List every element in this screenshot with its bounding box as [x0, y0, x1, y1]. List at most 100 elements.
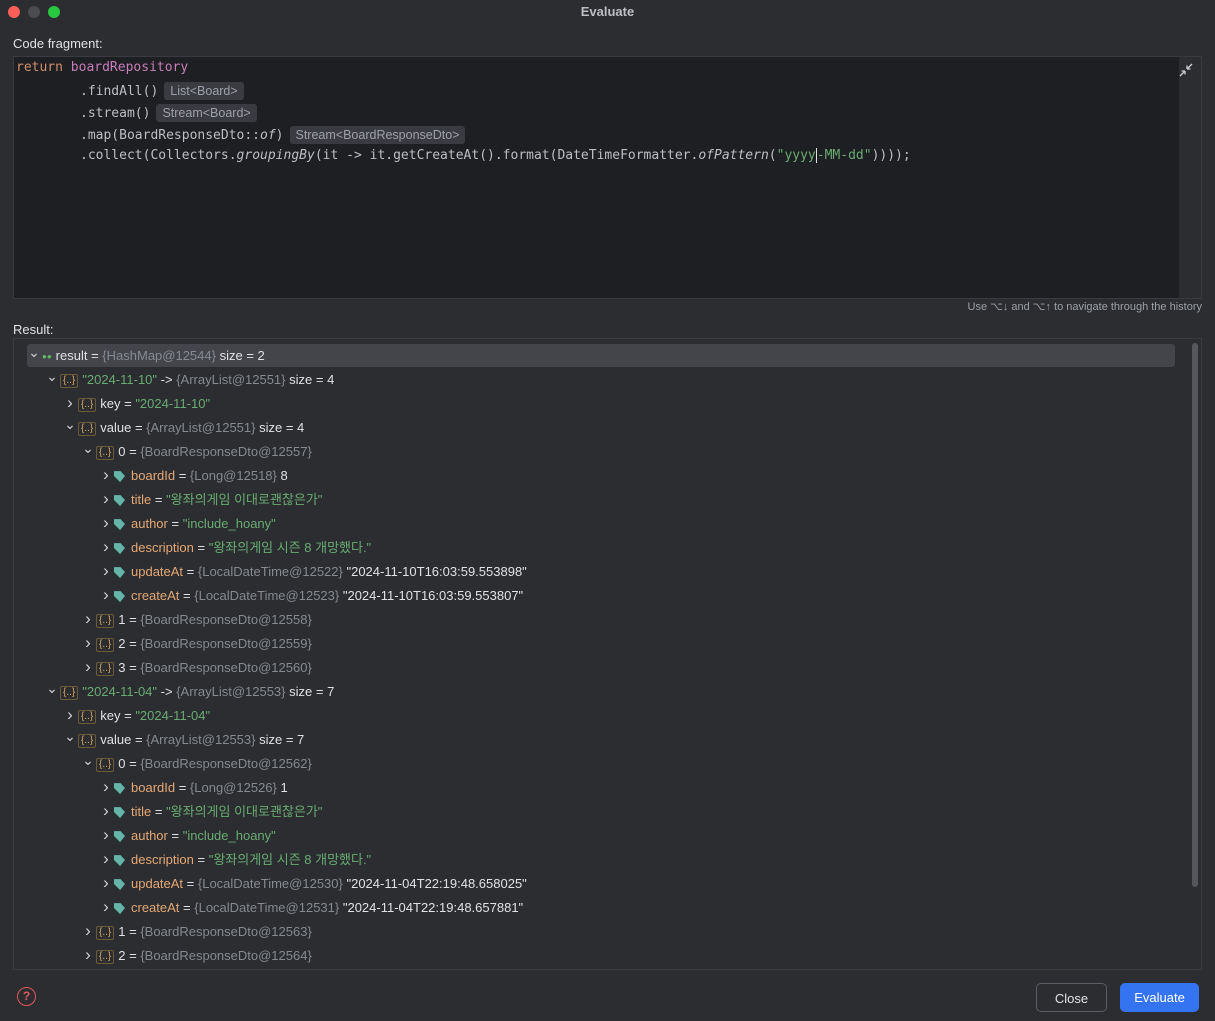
variable-name: title: [131, 492, 152, 507]
chevron-down-icon[interactable]: ⌄: [44, 365, 60, 387]
type-hint: Stream<BoardResponseDto>: [289, 126, 466, 144]
chevron-right-icon[interactable]: ›: [80, 920, 96, 942]
tree-row[interactable]: › {..} 2 = {BoardResponseDto@12564}: [80, 944, 312, 966]
chevron-right-icon[interactable]: ›: [80, 632, 96, 654]
chevron-right-icon[interactable]: ›: [98, 512, 114, 534]
tree-row[interactable]: › updateAt = {LocalDateTime@12530} "2024-…: [98, 872, 527, 894]
chevron-right-icon[interactable]: ›: [98, 896, 114, 918]
result-tree[interactable]: ⌄ ●● result = {HashMap@12544} size = 2 ⌄ {..…: [13, 338, 1202, 970]
tree-row[interactable]: › {..} 3 = {BoardResponseDto@12560}: [80, 656, 312, 678]
tree-row[interactable]: › {..} key = "2024-11-04": [62, 704, 210, 726]
help-icon[interactable]: ?: [17, 987, 36, 1006]
chevron-right-icon[interactable]: ›: [98, 848, 114, 870]
tree-row[interactable]: ⌄ {..} 0 = {BoardResponseDto@12557}: [80, 440, 312, 462]
object-icon: {..}: [96, 949, 115, 964]
tree-row[interactable]: ⌄ {..} "2024-11-04" -> {ArrayList@12553} s…: [44, 680, 334, 702]
tree-row[interactable]: › {..} 2 = {BoardResponseDto@12559}: [80, 632, 312, 654]
editor-scrollbar[interactable]: [1179, 57, 1201, 298]
object-reference: {Long@12526}: [189, 780, 277, 795]
tree-row[interactable]: › {..} 1 = {BoardResponseDto@12563}: [80, 920, 312, 942]
object-icon: {..}: [60, 685, 79, 700]
collapse-icon[interactable]: [1179, 63, 1193, 77]
object-reference: {BoardResponseDto@12559}: [140, 636, 312, 651]
chevron-right-icon[interactable]: ›: [98, 560, 114, 582]
object-reference: {LocalDateTime@12531}: [194, 900, 340, 915]
object-icon: {..}: [96, 661, 115, 676]
object-icon: {..}: [78, 709, 97, 724]
variable-name: updateAt: [131, 564, 184, 579]
type-hint: List<Board>: [164, 82, 244, 100]
tree-row[interactable]: › author = "include_hoany": [98, 512, 276, 534]
result-scrollbar[interactable]: [1192, 343, 1198, 887]
tree-row[interactable]: ⌄ {..} "2024-11-10" -> {ArrayList@12551} s…: [44, 368, 334, 390]
tree-row[interactable]: › description = "왕좌의게임 시즌 8 개망했다.": [98, 536, 371, 558]
chevron-right-icon[interactable]: ›: [98, 536, 114, 558]
variable-name: updateAt: [131, 876, 184, 891]
code-editor[interactable]: return boardRepository .findAll() List<Bo…: [13, 56, 1202, 299]
object-icon: {..}: [78, 733, 97, 748]
chevron-right-icon[interactable]: ›: [98, 872, 114, 894]
tree-row[interactable]: ⌄ ●● result = {HashMap@12544} size = 2: [26, 344, 265, 366]
object-icon: {..}: [96, 757, 115, 772]
tree-row[interactable]: › description = "왕좌의게임 시즌 8 개망했다.": [98, 848, 371, 870]
tree-row[interactable]: › title = "왕좌의게임 이대로괜찮은가": [98, 488, 322, 510]
chevron-down-icon[interactable]: ⌄: [62, 725, 78, 747]
tree-row[interactable]: › createAt = {LocalDateTime@12523} "2024-…: [98, 584, 523, 606]
chevron-right-icon[interactable]: ›: [98, 800, 114, 822]
chevron-right-icon[interactable]: ›: [62, 392, 78, 414]
code-line-5: .collect(Collectors.groupingBy(it -> it.…: [80, 148, 911, 163]
code-line-1: return boardRepository: [16, 60, 189, 75]
tree-row[interactable]: › author = "include_hoany": [98, 824, 276, 846]
evaluate-button[interactable]: Evaluate: [1120, 983, 1199, 1012]
field-tag-icon: [114, 831, 125, 843]
variable-extra: "2024-11-04T22:19:48.657881": [342, 900, 524, 915]
chevron-right-icon[interactable]: ›: [98, 776, 114, 798]
close-button[interactable]: Close: [1036, 983, 1107, 1012]
object-reference: {BoardResponseDto@12560}: [140, 660, 312, 675]
variable-name: result: [55, 348, 88, 363]
variable-value: "왕좌의게임 시즌 8 개망했다.": [208, 852, 372, 867]
chevron-down-icon[interactable]: ⌄: [26, 341, 42, 363]
object-reference: {LocalDateTime@12530}: [197, 876, 343, 891]
chevron-right-icon[interactable]: ›: [80, 608, 96, 630]
object-reference: {BoardResponseDto@12564}: [140, 948, 312, 963]
variable-name: createAt: [131, 588, 180, 603]
tree-row[interactable]: › {..} key = "2024-11-10": [62, 392, 210, 414]
variable-name: author: [131, 516, 168, 531]
code-fragment-label: Code fragment:: [13, 36, 103, 51]
chevron-right-icon[interactable]: ›: [80, 944, 96, 966]
object-reference: {Long@12518}: [189, 468, 277, 483]
tree-row[interactable]: › boardId = {Long@12518} 8: [98, 464, 288, 486]
variable-name: description: [131, 540, 194, 555]
tree-row[interactable]: ⌄ {..} 0 = {BoardResponseDto@12562}: [80, 752, 312, 774]
chevron-right-icon[interactable]: ›: [62, 704, 78, 726]
tree-row[interactable]: › updateAt = {LocalDateTime@12522} "2024-…: [98, 560, 527, 582]
chevron-right-icon[interactable]: ›: [80, 656, 96, 678]
chevron-right-icon[interactable]: ›: [98, 824, 114, 846]
chevron-down-icon[interactable]: ⌄: [62, 413, 78, 435]
tree-row[interactable]: › title = "왕좌의게임 이대로괜찮은가": [98, 800, 322, 822]
variable-extra: 8: [280, 468, 288, 483]
tree-row[interactable]: › createAt = {LocalDateTime@12531} "2024-…: [98, 896, 523, 918]
variable-name: "2024-11-04": [82, 684, 158, 699]
chevron-right-icon[interactable]: ›: [98, 584, 114, 606]
variable-extra: "2024-11-10T16:03:59.553898": [346, 564, 527, 579]
object-reference: {BoardResponseDto@12563}: [140, 924, 312, 939]
chevron-down-icon[interactable]: ⌄: [80, 749, 96, 771]
chevron-down-icon[interactable]: ⌄: [80, 437, 96, 459]
variable-name: key: [100, 708, 121, 723]
chevron-right-icon[interactable]: ›: [98, 464, 114, 486]
tree-row[interactable]: › {..} 1 = {BoardResponseDto@12558}: [80, 608, 312, 630]
object-reference: {LocalDateTime@12522}: [197, 564, 343, 579]
tree-row[interactable]: ⌄ {..} value = {ArrayList@12551} size = 4: [62, 416, 304, 438]
variable-extra: size = 7: [259, 732, 305, 747]
object-reference: {BoardResponseDto@12558}: [140, 612, 312, 627]
tree-row[interactable]: ⌄ {..} value = {ArrayList@12553} size = 7: [62, 728, 304, 750]
variable-value: "include_hoany": [182, 516, 276, 531]
variable-name: key: [100, 396, 121, 411]
field-tag-icon: [114, 519, 125, 531]
tree-row[interactable]: › boardId = {Long@12526} 1: [98, 776, 288, 798]
variable-value: "왕좌의게임 이대로괜찮은가": [166, 804, 323, 819]
chevron-down-icon[interactable]: ⌄: [44, 677, 60, 699]
chevron-right-icon[interactable]: ›: [98, 488, 114, 510]
